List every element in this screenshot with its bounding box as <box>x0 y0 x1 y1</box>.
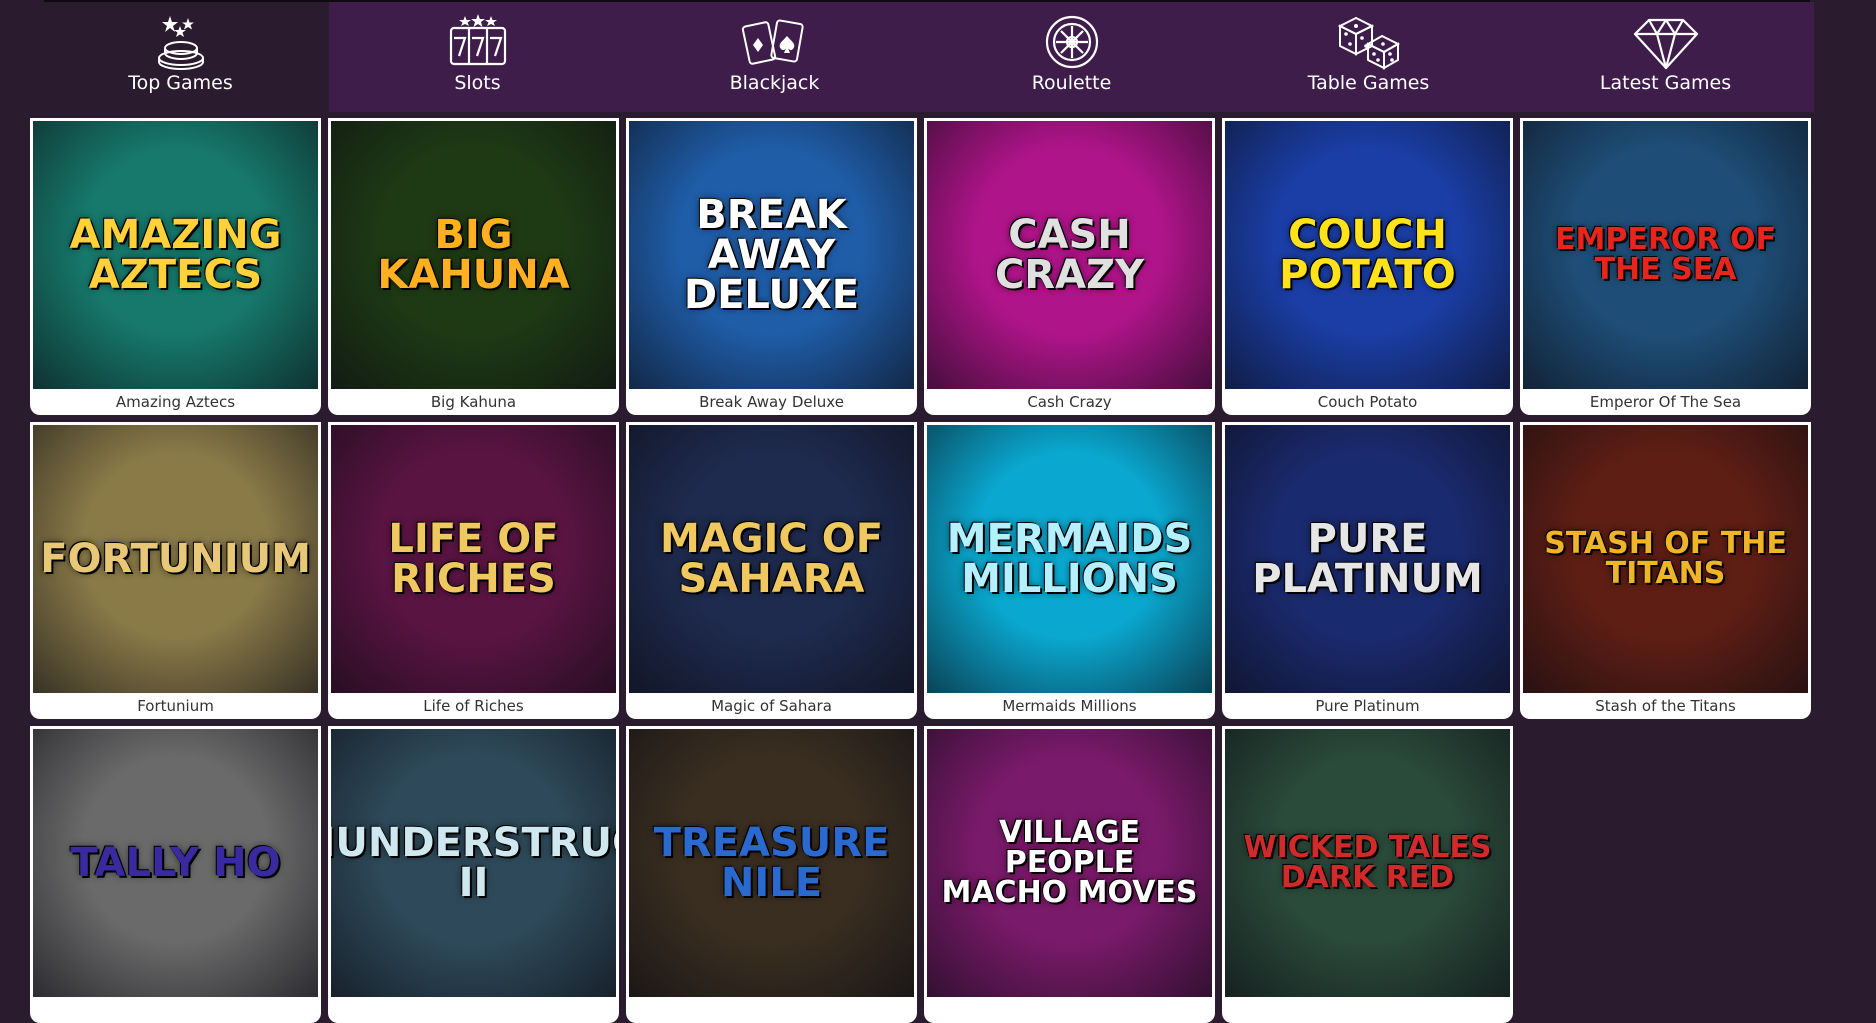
poker-chips-stars-icon <box>157 16 204 70</box>
game-name: Emperor Of The Sea <box>1589 393 1742 411</box>
game-thumbnail: WICKED TALES DARK RED <box>1225 729 1510 997</box>
game-thumbnail: AMAZING AZTECS <box>33 121 318 389</box>
roulette-wheel-icon <box>1045 15 1098 69</box>
nav-label: Latest Games <box>1599 72 1732 94</box>
game-name: Break Away Deluxe <box>699 393 844 411</box>
game-thumbnail: BIG KAHUNA <box>331 121 616 389</box>
game-logo-text: AMAZING AZTECS <box>69 212 282 298</box>
slot-777-icon <box>449 14 506 66</box>
nav-label: Roulette <box>1031 72 1112 94</box>
game-logo-text: CASH CRAZY <box>994 212 1145 298</box>
game-card[interactable]: PURE PLATINUM Pure Platinum <box>1222 422 1513 719</box>
category-nav: Top Games Slots Blackjack Roulette Table… <box>32 2 1814 112</box>
game-name <box>331 997 616 1023</box>
game-thumbnail: TREASURE NILE <box>629 729 914 997</box>
nav-top-games[interactable]: Top Games <box>32 2 329 112</box>
game-card[interactable]: MERMAIDS MILLIONS Mermaids Millions <box>924 422 1215 719</box>
game-logo-text: BIG KAHUNA <box>377 212 570 298</box>
game-card[interactable]: THUNDERSTRUCK II <box>328 726 619 1023</box>
game-thumbnail: PURE PLATINUM <box>1225 425 1510 693</box>
game-name <box>629 997 914 1023</box>
game-card[interactable]: BREAK AWAY DELUXE Break Away Deluxe <box>626 118 917 415</box>
game-thumbnail: VILLAGE PEOPLE MACHO MOVES <box>927 729 1212 997</box>
game-name: Cash Crazy <box>1027 393 1112 411</box>
dice-icon <box>1337 16 1400 70</box>
nav-blackjack[interactable]: Blackjack <box>626 2 923 112</box>
game-name <box>33 997 318 1023</box>
game-name: Life of Riches <box>423 697 524 715</box>
game-card[interactable]: TREASURE NILE <box>626 726 917 1023</box>
diamond-icon <box>1633 18 1698 70</box>
nav-label: Table Games <box>1307 72 1430 94</box>
game-card[interactable]: EMPEROR OF THE SEA Emperor Of The Sea <box>1520 118 1811 415</box>
nav-slots[interactable]: Slots <box>329 2 626 112</box>
game-logo-text: COUCH POTATO <box>1279 212 1456 298</box>
game-logo-text: EMPEROR OF THE SEA <box>1555 222 1776 287</box>
game-card[interactable]: STASH OF THE TITANS Stash of the Titans <box>1520 422 1811 719</box>
game-name: Big Kahuna <box>430 393 517 411</box>
game-card[interactable]: COUCH POTATO Couch Potato <box>1222 118 1513 415</box>
game-card[interactable]: AMAZING AZTECS Amazing Aztecs <box>30 118 321 415</box>
game-logo-text: STASH OF THE TITANS <box>1544 526 1787 591</box>
game-card[interactable]: TALLY HO <box>30 726 321 1023</box>
game-logo-text: FORTUNIUM <box>40 536 311 582</box>
game-logo-text: MAGIC OF SAHARA <box>659 516 884 602</box>
nav-roulette[interactable]: Roulette <box>923 2 1220 112</box>
nav-latest-games[interactable]: Latest Games <box>1517 2 1814 112</box>
game-logo-text: MERMAIDS MILLIONS <box>946 516 1193 602</box>
game-name: Stash of the Titans <box>1595 697 1736 715</box>
game-thumbnail: STASH OF THE TITANS <box>1523 425 1808 693</box>
game-card[interactable]: MAGIC OF SAHARA Magic of Sahara <box>626 422 917 719</box>
game-card[interactable]: FORTUNIUM Fortunium <box>30 422 321 719</box>
game-logo-text: VILLAGE PEOPLE MACHO MOVES <box>941 815 1198 910</box>
game-name: Amazing Aztecs <box>115 393 236 411</box>
playing-cards-icon <box>741 19 804 65</box>
game-thumbnail: FORTUNIUM <box>33 425 318 693</box>
nav-label: Blackjack <box>729 72 820 94</box>
game-name: Magic of Sahara <box>711 697 832 715</box>
game-thumbnail: CASH CRAZY <box>927 121 1212 389</box>
game-name: Mermaids Millions <box>1002 697 1137 715</box>
game-logo-text: PURE PLATINUM <box>1252 516 1483 602</box>
game-name <box>1225 997 1510 1023</box>
game-thumbnail: LIFE OF RICHES <box>331 425 616 693</box>
game-name: Pure Platinum <box>1315 697 1420 715</box>
game-thumbnail: COUCH POTATO <box>1225 121 1510 389</box>
game-logo-text: BREAK AWAY DELUXE <box>683 192 860 318</box>
game-thumbnail: MAGIC OF SAHARA <box>629 425 914 693</box>
game-card[interactable]: WICKED TALES DARK RED <box>1222 726 1513 1023</box>
game-card[interactable]: CASH CRAZY Cash Crazy <box>924 118 1215 415</box>
game-card[interactable]: BIG KAHUNA Big Kahuna <box>328 118 619 415</box>
game-thumbnail: TALLY HO <box>33 729 318 997</box>
game-thumbnail: BREAK AWAY DELUXE <box>629 121 914 389</box>
nav-table-games[interactable]: Table Games <box>1220 2 1517 112</box>
game-logo-text: THUNDERSTRUCK II <box>331 820 616 906</box>
game-thumbnail: EMPEROR OF THE SEA <box>1523 121 1808 389</box>
game-logo-text: WICKED TALES DARK RED <box>1243 830 1492 895</box>
game-grid: AMAZING AZTECS Amazing Aztecs BIG KAHUNA Bi… <box>30 118 1811 1023</box>
nav-label: Slots <box>454 72 501 94</box>
game-thumbnail: THUNDERSTRUCK II <box>331 729 616 997</box>
game-card[interactable]: LIFE OF RICHES Life of Riches <box>328 422 619 719</box>
game-thumbnail: MERMAIDS MILLIONS <box>927 425 1212 693</box>
game-logo-text: LIFE OF RICHES <box>388 516 559 602</box>
game-card[interactable]: VILLAGE PEOPLE MACHO MOVES <box>924 726 1215 1023</box>
game-logo-text: TREASURE NILE <box>653 820 890 906</box>
game-name <box>927 997 1212 1023</box>
game-name: Fortunium <box>137 697 214 715</box>
game-name: Couch Potato <box>1317 393 1418 411</box>
game-logo-text: TALLY HO <box>70 840 281 886</box>
nav-label: Top Games <box>128 72 233 94</box>
